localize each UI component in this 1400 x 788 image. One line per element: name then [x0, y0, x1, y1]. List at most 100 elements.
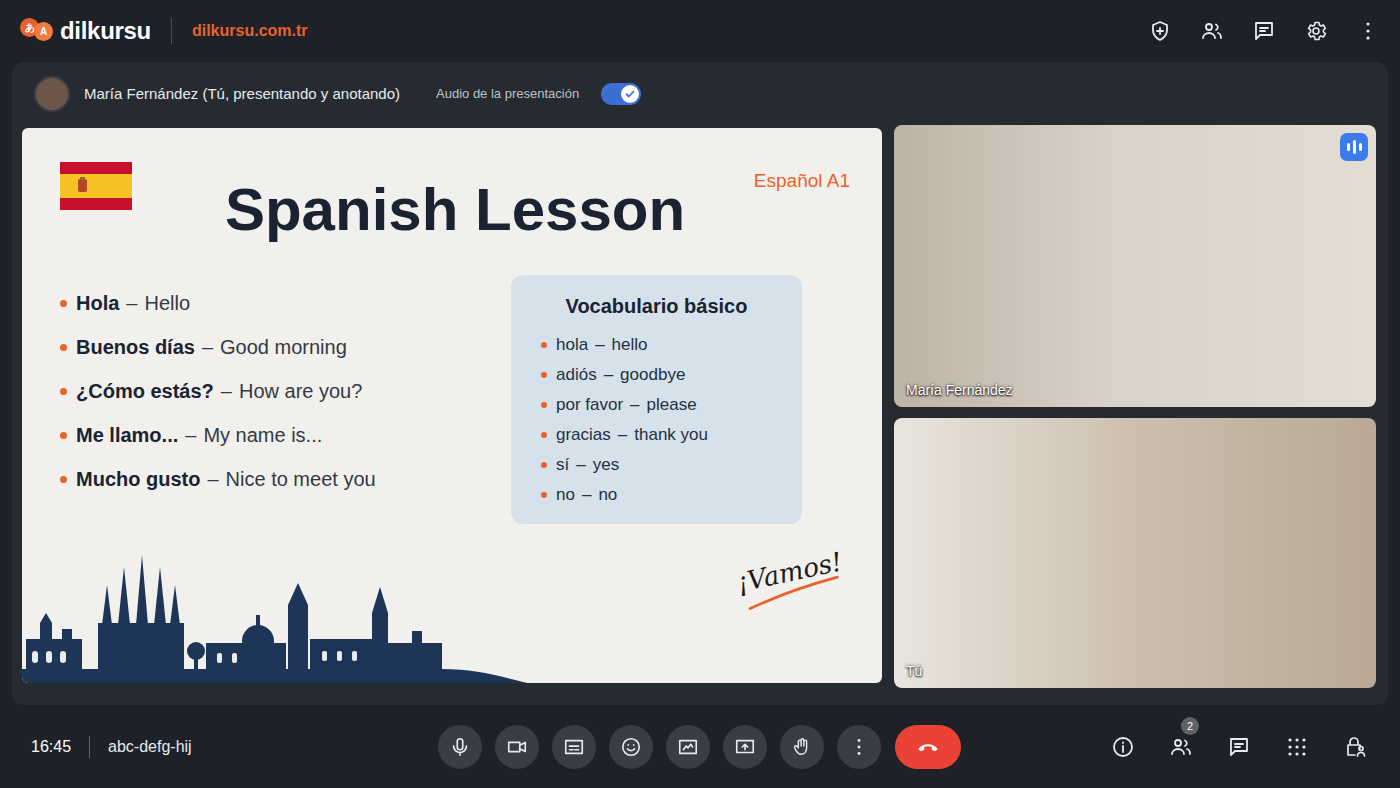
- people-icon: [1169, 735, 1193, 759]
- people-count-badge: 2: [1181, 717, 1199, 735]
- vocab-meaning: goodbye: [620, 365, 685, 385]
- participant-tile[interactable]: María Fernández: [894, 125, 1376, 407]
- vocab-list: hola–helloadiós–goodbyepor favor–pleaseg…: [541, 330, 786, 510]
- gear-icon[interactable]: [1304, 19, 1328, 43]
- camera-button[interactable]: [495, 725, 539, 769]
- microphone-icon: [449, 736, 471, 758]
- vocab-item: gracias–thank you: [541, 420, 786, 450]
- presentation-slide: Spanish LessonEspañol A1Hola–HelloBuenos…: [22, 128, 882, 683]
- bullet: [541, 402, 547, 408]
- bullet: [60, 476, 67, 483]
- bullet: [541, 462, 547, 468]
- phrase-item: Buenos días–Good morning: [60, 325, 511, 369]
- vocab-word: gracias: [556, 425, 611, 445]
- stage: Spanish LessonEspañol A1Hola–HelloBuenos…: [22, 125, 1376, 688]
- phrase-term: Mucho gusto: [76, 468, 200, 491]
- chat-icon[interactable]: [1227, 735, 1251, 759]
- phrase-term: ¿Cómo estás?: [76, 380, 214, 403]
- separator: –: [126, 292, 137, 315]
- separator: [171, 18, 172, 44]
- emoji-icon: [620, 736, 642, 758]
- phrase-item: Hola–Hello: [60, 281, 511, 325]
- separator: –: [630, 395, 639, 415]
- security-shield-icon[interactable]: [1148, 19, 1172, 43]
- present-icon: [734, 736, 756, 758]
- brand[interactable]: あAdilkursu: [20, 17, 151, 45]
- participant-name: Tú: [906, 663, 922, 679]
- info-icon[interactable]: [1111, 735, 1135, 759]
- phrase-item: Me llamo...–My name is...: [60, 413, 511, 457]
- vocab-meaning: please: [647, 395, 697, 415]
- spain-flag-icon: [60, 162, 132, 210]
- phrase-meaning: Good morning: [220, 336, 347, 359]
- effects-button[interactable]: [666, 725, 710, 769]
- separator: –: [604, 365, 613, 385]
- captions-icon: [563, 736, 585, 758]
- bullet: [541, 492, 547, 498]
- signature: ¡Vamos!: [730, 546, 852, 615]
- top-actions: [1148, 19, 1380, 43]
- speaking-icon: [1340, 133, 1368, 161]
- bullet: [541, 342, 547, 348]
- meeting-code: abc-defg-hij: [108, 738, 192, 756]
- skyline-icon: [22, 543, 527, 683]
- signature-text: ¡Vamos!: [730, 546, 848, 599]
- vocab-word: sí: [556, 455, 569, 475]
- separator: –: [185, 424, 196, 447]
- phrase-item: Mucho gusto–Nice to meet you: [60, 457, 511, 501]
- vocab-word: hola: [556, 335, 588, 355]
- participant-tile[interactable]: Tú: [894, 418, 1376, 688]
- presenter-name: María Fernández (Tú, presentando y anota…: [84, 85, 400, 102]
- check-icon: [624, 88, 636, 100]
- more-button[interactable]: [837, 725, 881, 769]
- presenter-bar: María Fernández (Tú, presentando y anota…: [22, 62, 1376, 125]
- phrase-meaning: Nice to meet you: [226, 468, 376, 491]
- chat-icon[interactable]: [1252, 19, 1276, 43]
- slide-body: Hola–HelloBuenos días–Good morning¿Cómo …: [60, 275, 850, 524]
- level-bar: [1353, 140, 1356, 154]
- meeting-app: あAdilkursu dilkursu.com.tr María Fernández…: [0, 0, 1400, 788]
- apps-icon[interactable]: [1285, 735, 1309, 759]
- raise-hand-icon: [791, 736, 813, 758]
- people-icon[interactable]: [1200, 19, 1224, 43]
- vocab-meaning: hello: [612, 335, 648, 355]
- logo-bubble: A: [34, 22, 53, 41]
- hang-up-icon: [915, 734, 941, 760]
- top-bar: あAdilkursu dilkursu.com.tr: [0, 0, 1400, 62]
- level-bar: [1347, 143, 1350, 151]
- people-button[interactable]: 2: [1169, 735, 1193, 759]
- participant-tiles: María Fernández Tú: [894, 125, 1376, 688]
- vocab-item: adiós–goodbye: [541, 360, 786, 390]
- brand-name: dilkursu: [60, 17, 151, 45]
- emoji-button[interactable]: [609, 725, 653, 769]
- raise-hand-button[interactable]: [780, 725, 824, 769]
- microphone-button[interactable]: [438, 725, 482, 769]
- level-tag: Español A1: [754, 170, 850, 192]
- bullet: [60, 388, 67, 395]
- audio-toggle[interactable]: [601, 83, 641, 105]
- logo-icon: あA: [20, 18, 56, 44]
- audio-label: Audio de la presentación: [436, 86, 579, 101]
- slide-title: Spanish Lesson: [225, 180, 685, 240]
- camera-icon: [506, 736, 528, 758]
- phrase-term: Buenos días: [76, 336, 195, 359]
- side-actions: 2: [1111, 735, 1367, 759]
- captions-button[interactable]: [552, 725, 596, 769]
- vocab-word: no: [556, 485, 575, 505]
- meeting-info: 16:45 abc-defg-hij: [31, 736, 438, 758]
- site-url[interactable]: dilkursu.com.tr: [192, 22, 308, 40]
- separator: [89, 736, 90, 758]
- clock: 16:45: [31, 738, 71, 756]
- effects-icon: [677, 736, 699, 758]
- host-controls-icon[interactable]: [1343, 735, 1367, 759]
- phrase-meaning: How are you?: [239, 380, 362, 403]
- vocab-meaning: thank you: [634, 425, 708, 445]
- present-button[interactable]: [723, 725, 767, 769]
- separator: –: [618, 425, 627, 445]
- end-call-button[interactable]: [895, 725, 961, 769]
- vocab-box: Vocabulario básicohola–helloadiós–goodby…: [511, 275, 802, 524]
- phrase-meaning: My name is...: [203, 424, 322, 447]
- more-icon: [848, 736, 870, 758]
- phrase-item: ¿Cómo estás?–How are you?: [60, 369, 511, 413]
- more-icon[interactable]: [1356, 19, 1380, 43]
